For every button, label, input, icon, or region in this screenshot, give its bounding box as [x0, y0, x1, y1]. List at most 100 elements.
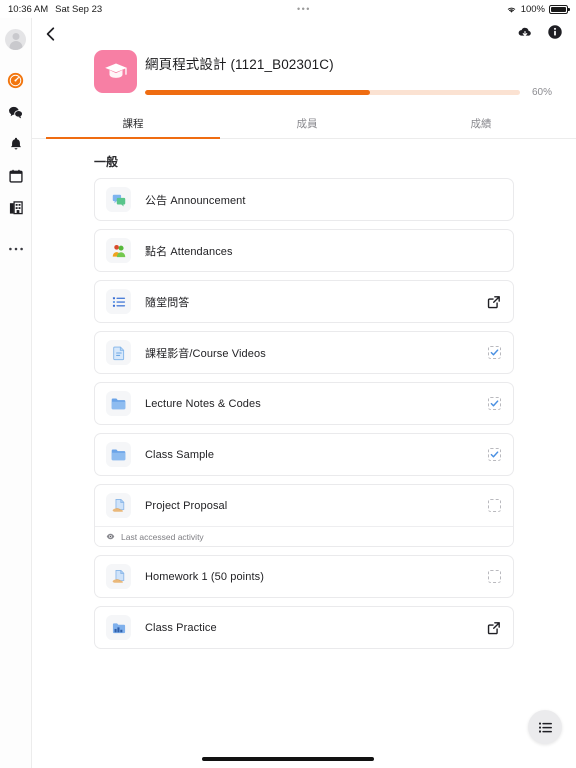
- left-navigation-rail: [0, 18, 32, 768]
- module-card: 隨堂問答: [94, 280, 514, 323]
- status-date: Sat Sep 23: [55, 3, 103, 15]
- module-label: 點名 Attendances: [145, 245, 233, 258]
- module-label: Class Sample: [145, 448, 215, 461]
- check-icon: [490, 451, 499, 458]
- assignment-icon: [112, 498, 124, 512]
- module-trailing: [488, 448, 501, 461]
- status-bar: 10:36 AM Sat Sep 23 ••• 100%: [0, 0, 576, 18]
- tab-label: 課程: [122, 118, 144, 130]
- module-label: Homework 1 (50 points): [145, 570, 264, 583]
- course-header: 網頁程式設計 (1121_B02301C) 60%: [32, 50, 576, 98]
- course-badge: [94, 50, 137, 93]
- list-menu-icon: [538, 722, 552, 733]
- progress-track: [145, 90, 520, 95]
- module-row[interactable]: Class Sample: [95, 434, 513, 475]
- tab-1[interactable]: 成員: [220, 110, 394, 138]
- module-card: 公告 Announcement: [94, 178, 514, 221]
- module-row[interactable]: 點名 Attendances: [95, 230, 513, 271]
- rail-item-notifications[interactable]: [0, 128, 32, 160]
- completion-checkbox-unchecked[interactable]: [488, 499, 501, 512]
- status-dots-indicator: •••: [296, 4, 311, 14]
- module-label: Project Proposal: [145, 499, 228, 512]
- eye-icon: [106, 533, 115, 540]
- module-row[interactable]: Lecture Notes & Codes: [95, 383, 513, 424]
- last-accessed-footer: Last accessed activity: [95, 526, 513, 546]
- rail-item-avatar[interactable]: [0, 23, 32, 55]
- module-trailing: [487, 621, 501, 635]
- progress-fill: [145, 90, 370, 95]
- tab-label: 成員: [296, 118, 318, 130]
- module-card: Lecture Notes & Codes: [94, 382, 514, 425]
- app-screen: 10:36 AM Sat Sep 23 ••• 100% 網頁程式設計 (112…: [0, 0, 576, 768]
- bullet-list-icon: [112, 296, 125, 307]
- rail-item-more[interactable]: [0, 233, 32, 265]
- module-row[interactable]: 公告 Announcement: [95, 179, 513, 220]
- module-trailing: [488, 397, 501, 410]
- graduation-cap-icon: [104, 63, 127, 78]
- bell-icon: [10, 137, 21, 150]
- module-row[interactable]: 隨堂問答: [95, 281, 513, 322]
- last-accessed-label: Last accessed activity: [121, 531, 204, 542]
- open-external-button[interactable]: [487, 295, 501, 309]
- module-icon-container: [106, 187, 131, 212]
- external-link-icon: [487, 621, 500, 634]
- tab-2[interactable]: 成績: [394, 110, 568, 138]
- back-button[interactable]: [42, 25, 60, 43]
- completion-checkbox-checked[interactable]: [488, 448, 501, 461]
- rail-item-calendar[interactable]: [0, 160, 32, 192]
- database-icon: [112, 622, 125, 633]
- course-content: 網頁程式設計 (1121_B02301C) 60% 課程 成員 成績 一般 公告 A…: [32, 50, 576, 768]
- module-row[interactable]: 課程影音/Course Videos: [95, 332, 513, 373]
- cloud-download-icon: [518, 27, 531, 36]
- page-document-icon: [112, 346, 124, 360]
- module-card: Class Sample: [94, 433, 514, 476]
- course-index-fab[interactable]: [528, 710, 562, 744]
- attendance-people-icon: [112, 244, 125, 257]
- home-indicator: [202, 757, 374, 761]
- module-row[interactable]: Class Practice: [95, 607, 513, 648]
- module-icon-container: [106, 289, 131, 314]
- course-title: 網頁程式設計 (1121_B02301C): [145, 57, 334, 72]
- rail-item-sites[interactable]: [0, 192, 32, 224]
- module-card: Project Proposal Last accessed activity: [94, 484, 514, 547]
- course-meta: 網頁程式設計 (1121_B02301C) 60%: [145, 51, 558, 98]
- tab-label: 成績: [470, 118, 492, 130]
- tab-0[interactable]: 課程: [46, 110, 220, 139]
- download-button[interactable]: [517, 24, 533, 45]
- module-card: Class Practice: [94, 606, 514, 649]
- back-chevron-icon: [46, 27, 55, 41]
- module-label: 課程影音/Course Videos: [145, 347, 266, 360]
- external-link-icon: [487, 295, 500, 308]
- module-row[interactable]: Homework 1 (50 points): [95, 556, 513, 597]
- module-card: 課程影音/Course Videos: [94, 331, 514, 374]
- completion-checkbox-checked[interactable]: [488, 397, 501, 410]
- module-icon-container: [106, 442, 131, 467]
- battery-percent: 100%: [520, 3, 545, 15]
- module-icon-container: [106, 340, 131, 365]
- module-row[interactable]: Project Proposal: [95, 485, 513, 526]
- section-title: 一般: [94, 155, 119, 169]
- module-icon-container: [106, 391, 131, 416]
- wifi-icon: [507, 7, 515, 13]
- status-bar-left: 10:36 AM Sat Sep 23: [8, 4, 102, 15]
- check-icon: [490, 400, 499, 407]
- status-bar-center: •••: [102, 4, 506, 14]
- course-info-button[interactable]: [547, 24, 563, 45]
- module-label: Class Practice: [145, 621, 217, 634]
- battery-icon: [549, 4, 570, 14]
- folder-icon: [111, 398, 126, 410]
- module-icon-container: [106, 615, 131, 640]
- info-circle-icon: [548, 24, 562, 39]
- module-icon-container: [106, 564, 131, 589]
- app-bar-actions: [517, 24, 563, 45]
- open-external-button[interactable]: [487, 621, 501, 635]
- building-grid-icon: [9, 201, 23, 215]
- rail-item-dashboard[interactable]: [0, 64, 32, 96]
- module-trailing: [488, 346, 501, 359]
- module-card: Homework 1 (50 points): [94, 555, 514, 598]
- completion-checkbox-unchecked[interactable]: [488, 570, 501, 583]
- module-label: Lecture Notes & Codes: [145, 397, 261, 410]
- rail-item-messages[interactable]: [0, 96, 32, 128]
- completion-checkbox-checked[interactable]: [488, 346, 501, 359]
- assignment-icon: [112, 569, 124, 583]
